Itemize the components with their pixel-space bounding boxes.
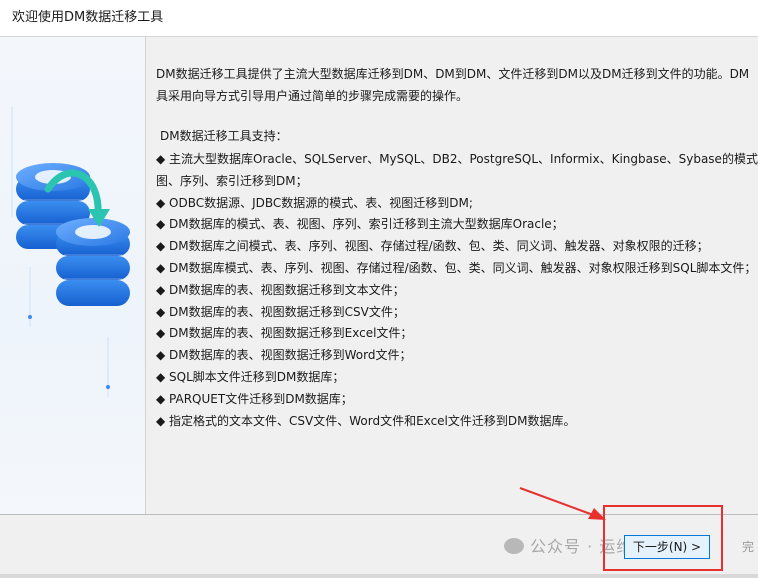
annotation-arrow-icon: [519, 487, 606, 520]
support-heading: DM数据迁移工具支持：: [160, 129, 288, 143]
list-item: ◆ DM数据库之间模式、表、序列、视图、存储过程/函数、包、类、同义词、触发器、…: [156, 239, 709, 254]
list-item: ◆ DM数据库的模式、表、视图、序列、索引迁移到主流大型数据库Oracle；: [156, 217, 564, 232]
database-migration-icon: [11, 107, 130, 397]
wizard-content: DM数据迁移工具提供了主流大型数据库迁移到DM、DM到DM、文件迁移到DM以及D…: [146, 37, 758, 514]
list-item: ◆ 指定格式的文本文件、CSV文件、Word文件和Excel文件迁移到DM数据库…: [156, 413, 576, 428]
wizard-side-panel: [0, 37, 145, 514]
feature-list: ◆ 主流大型数据库Oracle、SQLServer、MySQL、DB2、Post…: [156, 149, 758, 432]
intro-text: DM数据迁移工具提供了主流大型数据库迁移到DM、DM到DM、文件迁移到DM以及D…: [156, 63, 758, 107]
finish-button[interactable]: 完: [742, 535, 754, 559]
annotation-highlight-box: [603, 505, 723, 571]
intro-line: DM数据迁移工具提供了主流大型数据库迁移到DM、DM到DM、文件迁移到DM以及D…: [156, 67, 750, 81]
window-title: 欢迎使用DM数据迁移工具: [12, 10, 164, 25]
list-item: ◆ DM数据库的表、视图数据迁移到CSV文件；: [156, 304, 405, 319]
list-item: ◆ DM数据库的表、视图数据迁移到文本文件；: [156, 282, 405, 297]
list-item: ◆ SQL脚本文件迁移到DM数据库；: [156, 369, 345, 384]
list-item: ◆ ODBC数据源、JDBC数据源的模式、表、视图迁移到DM;: [156, 195, 473, 210]
list-item: ◆ DM数据库的表、视图数据迁移到Excel文件；: [156, 326, 413, 341]
intro-line: 具采用向导方式引导用户通过简单的步骤完成需要的操作。: [156, 89, 469, 103]
list-item: 图、序列、索引迁移到DM；: [156, 173, 308, 188]
list-item: ◆ 主流大型数据库Oracle、SQLServer、MySQL、DB2、Post…: [156, 152, 758, 166]
list-item: ◆ DM数据库的表、视图数据迁移到Word文件；: [156, 348, 412, 363]
list-item: ◆ DM数据库模式、表、序列、视图、存储过程/函数、包、类、同义词、触发器、对象…: [156, 260, 757, 275]
window-bottom-edge: [0, 574, 758, 578]
list-item: ◆ PARQUET文件迁移到DM数据库；: [156, 391, 353, 406]
wechat-icon: [504, 538, 524, 554]
